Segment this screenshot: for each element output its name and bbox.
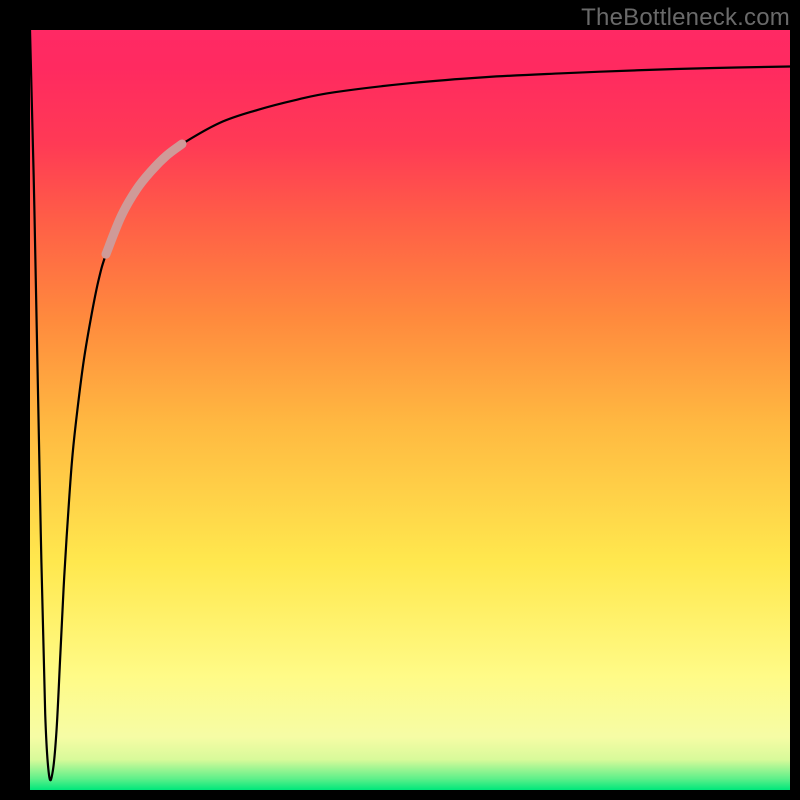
bottleneck-curve-path: [30, 30, 790, 780]
watermark-text: TheBottleneck.com: [581, 4, 790, 32]
plot-area: [30, 30, 790, 790]
curve-layer: [30, 30, 790, 790]
curve-highlight-path: [106, 144, 182, 254]
chart-frame: TheBottleneck.com: [0, 0, 800, 800]
